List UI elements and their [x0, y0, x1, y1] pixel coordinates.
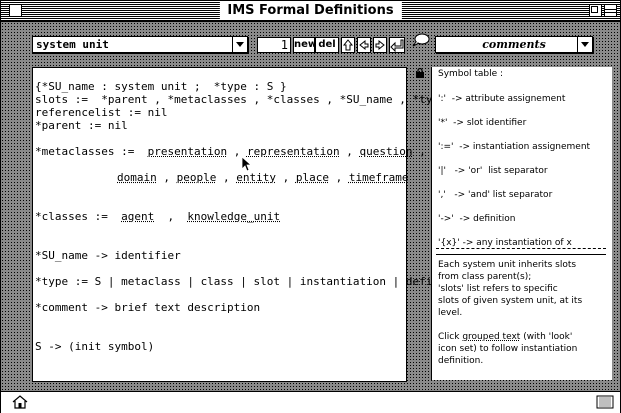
unit-type-select-value: system unit [36, 38, 109, 51]
symbol-entry: ':' -> attribute assignement [438, 94, 566, 104]
link-people[interactable]: people [177, 171, 217, 184]
link-timeframe[interactable]: timeframe [349, 171, 409, 184]
symbol-entry: ':=' -> instantiation assignement [438, 142, 591, 152]
note-line: slots of given system unit, at its [438, 296, 583, 306]
return-arrow-icon[interactable] [389, 37, 405, 53]
symbol-entry: '->' -> definition [438, 214, 516, 224]
definition-line: {*SU_name : system unit ; *type : S } [35, 80, 287, 93]
symbol-entry: '*' -> slot identifier [438, 118, 527, 128]
click-note-suffix: (with 'look' [520, 332, 573, 342]
link-entity[interactable]: entity [236, 171, 276, 184]
up-arrow-icon[interactable] [341, 37, 355, 53]
home-icon[interactable] [11, 394, 29, 410]
chevron-down-icon [232, 37, 247, 52]
classes-row: *classes := agent , knowledge_unit [35, 210, 281, 223]
unit-type-select[interactable]: system unit [32, 36, 248, 53]
comments-select-value: comments [482, 38, 546, 51]
link-agent[interactable]: agent [121, 210, 154, 223]
collapse-box-icon[interactable] [604, 4, 617, 17]
definition-line: *SU_name -> identifier [35, 249, 181, 262]
metaclasses-label: *metaclasses := [35, 145, 135, 158]
link-place[interactable]: place [296, 171, 329, 184]
definition-line: S -> (init symbol) [35, 340, 155, 353]
app-window: IMS Formal Definitions system unit 1 new… [0, 0, 621, 413]
close-box-icon[interactable] [9, 4, 22, 17]
resize-grip-icon[interactable] [593, 393, 617, 411]
comments-select[interactable]: comments [435, 36, 593, 53]
forward-arrow-icon[interactable] [373, 37, 387, 53]
note-line: level. [438, 308, 463, 318]
divider [436, 254, 606, 255]
note-line: icon set) to follow instantiation [438, 344, 578, 354]
grouped-text-link[interactable]: grouped text [462, 332, 520, 342]
new-button[interactable]: new [293, 37, 317, 53]
link-presentation[interactable]: presentation [148, 145, 227, 158]
definition-text-area[interactable]: {*SU_name : system unit ; *type : S } sl… [32, 67, 538, 382]
note-line: from class parent(s); [438, 272, 532, 282]
title-bar[interactable]: IMS Formal Definitions [1, 1, 620, 22]
unit-number-field[interactable]: 1 [257, 37, 291, 53]
back-arrow-icon[interactable] [357, 37, 371, 53]
link-representation[interactable]: representation [247, 145, 340, 158]
click-note-line: Click grouped text (with 'look' [438, 332, 572, 343]
symbol-entry: ',' -> 'and' list separator [438, 190, 553, 200]
link-knowledge-unit[interactable]: knowledge_unit [187, 210, 280, 223]
window-title: IMS Formal Definitions [219, 2, 402, 20]
note-line: Each system unit inherits slots [438, 260, 577, 270]
bottom-bar [1, 391, 620, 413]
delete-button[interactable]: del [315, 37, 339, 53]
mouse-cursor-icon [241, 156, 253, 172]
classes-label: *classes := [35, 210, 108, 223]
symbol-table-heading: Symbol table : [438, 69, 504, 79]
definition-line: *comment -> brief text description [35, 301, 261, 314]
link-domain[interactable]: domain [117, 171, 157, 184]
zoom-box-icon[interactable] [589, 4, 602, 17]
divider [436, 248, 606, 249]
symbol-entry: '|' -> 'or' list separator [438, 166, 548, 176]
speech-bubble-icon[interactable] [412, 33, 430, 47]
definition-line: *type := S | metaclass | class | slot | … [35, 275, 473, 288]
definition-line: referencelist := nil [35, 106, 168, 119]
link-question[interactable]: question [360, 145, 413, 158]
chevron-down-icon [577, 37, 592, 52]
note-line: 'slots' list refers to specific [438, 284, 558, 294]
note-line: definition. [438, 356, 484, 366]
symbol-table-panel: Symbol table : ':' -> attribute assignem… [431, 67, 612, 380]
lock-icon[interactable] [415, 68, 425, 78]
metaclasses-row-2: domain , people , entity , place , timef… [117, 171, 409, 184]
definition-line: *parent := nil [35, 119, 128, 132]
click-note-prefix: Click [438, 332, 463, 342]
